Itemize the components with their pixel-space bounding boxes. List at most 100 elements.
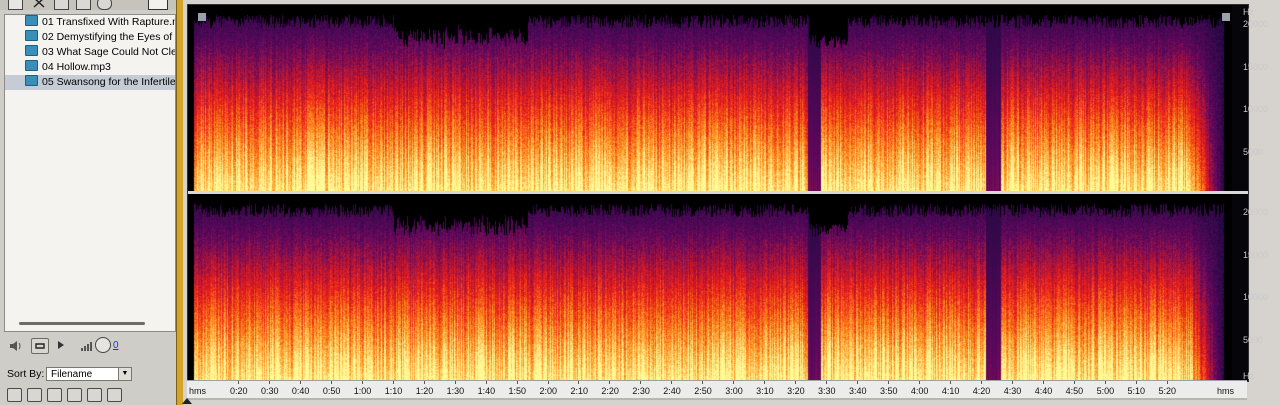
time-tick xyxy=(857,381,858,384)
sort-value: Filename xyxy=(51,369,93,380)
time-tick xyxy=(764,381,766,384)
time-tick xyxy=(795,381,797,384)
time-tick xyxy=(330,381,332,384)
play-icon[interactable] xyxy=(58,341,64,349)
mp3-file-icon xyxy=(25,30,38,41)
time-label: 0:20 xyxy=(230,386,248,396)
mp3-file-icon xyxy=(25,75,38,86)
file-name: 05 Swansong for the Infertile Eart xyxy=(42,76,175,88)
volume-knob[interactable] xyxy=(95,337,111,353)
time-label: 2:50 xyxy=(694,386,712,396)
time-tick xyxy=(980,381,982,384)
time-label: 0:30 xyxy=(260,386,279,396)
close-file-icon[interactable] xyxy=(32,0,45,8)
time-tick xyxy=(516,381,518,384)
time-label: 5:00 xyxy=(1096,386,1115,396)
video-filter-icon[interactable] xyxy=(87,388,102,402)
edit-file-icon[interactable] xyxy=(97,0,112,10)
time-tick xyxy=(671,381,673,384)
list-item[interactable]: 04 Hollow.mp3 xyxy=(5,60,175,75)
time-tick xyxy=(485,381,487,384)
right-channel-spectrogram[interactable] xyxy=(188,194,1232,381)
time-tick xyxy=(392,381,394,384)
files-toolbar xyxy=(0,0,176,10)
time-tick xyxy=(1166,381,1168,384)
zoom-handle-right[interactable] xyxy=(1222,13,1230,21)
speaker-icon[interactable] xyxy=(8,339,24,356)
hz-label: 10000 xyxy=(1243,292,1269,302)
insert-cd-icon[interactable] xyxy=(76,0,91,10)
hz-unit: Hz xyxy=(1243,7,1254,17)
spectral-display: Hz 20000 15000 10000 5000 20000 15000 10… xyxy=(187,4,1268,382)
time-label: 2:20 xyxy=(601,386,619,396)
time-tick xyxy=(423,381,425,384)
time-tick xyxy=(1073,381,1075,384)
volume-value[interactable]: 0 xyxy=(113,340,119,351)
sort-dropdown[interactable]: Filename ▼ xyxy=(46,367,132,381)
time-tick xyxy=(1135,381,1137,384)
files-panel: 01 Transfixed With Rapture.mp3 02 Demyst… xyxy=(0,0,177,405)
hz-label: 5000 xyxy=(1243,335,1264,345)
volume-bars-icon xyxy=(80,339,94,354)
hz-label: 10000 xyxy=(1243,104,1269,114)
audio-filter-icon[interactable] xyxy=(67,388,82,402)
view-options-icon[interactable] xyxy=(148,0,168,10)
hz-label: 5000 xyxy=(1243,147,1264,157)
link-icon[interactable] xyxy=(107,388,122,402)
loop-preview-icon[interactable] xyxy=(47,388,62,402)
hz-label: 20000 xyxy=(1243,207,1269,217)
time-unit-right: hms xyxy=(1217,386,1235,396)
time-label: 3:10 xyxy=(756,386,774,396)
time-label: 0:40 xyxy=(291,386,310,396)
file-name: 02 Demystifying the Eyes of Jupit xyxy=(42,31,175,43)
playhead-marker[interactable] xyxy=(182,398,192,404)
preview-transport: 0 xyxy=(4,334,174,358)
time-label: 1:40 xyxy=(477,386,496,396)
time-unit-left: hms xyxy=(189,386,207,396)
sort-label: Sort By: xyxy=(7,368,45,380)
time-label: 5:20 xyxy=(1158,386,1177,396)
file-name: 01 Transfixed With Rapture.mp3 xyxy=(42,16,175,28)
hz-label: 15000 xyxy=(1243,62,1269,72)
chevron-down-icon: ▼ xyxy=(118,368,131,380)
list-item[interactable]: 01 Transfixed With Rapture.mp3 xyxy=(5,15,175,30)
time-label: 1:00 xyxy=(353,386,372,396)
time-label: 3:00 xyxy=(725,386,743,396)
time-tick xyxy=(702,381,704,384)
time-label: 1:20 xyxy=(415,386,434,396)
time-tick xyxy=(918,381,920,384)
time-tick xyxy=(299,381,301,384)
hz-label: 20000 xyxy=(1243,19,1269,29)
file-options-bar xyxy=(0,386,176,404)
list-item[interactable]: 02 Demystifying the Eyes of Jupit xyxy=(5,30,175,45)
time-tick xyxy=(238,381,239,384)
list-item[interactable]: 03 What Sage Could Not Cleanse xyxy=(5,45,175,60)
time-ruler[interactable]: hms 0:20 0:30 0:40 0:50 1:00 1:10 1:20 1:30 1:40… xyxy=(187,380,1247,399)
time-label: 2:30 xyxy=(632,386,650,396)
insert-multitrack-icon[interactable] xyxy=(54,0,69,10)
open-file-icon[interactable] xyxy=(8,0,23,10)
time-tick xyxy=(268,381,270,384)
time-label: 1:30 xyxy=(446,386,465,396)
left-channel-spectrogram[interactable] xyxy=(188,5,1232,191)
time-label: 3:50 xyxy=(879,386,898,396)
file-name: 03 What Sage Could Not Cleanse xyxy=(42,46,175,58)
auto-play-icon[interactable] xyxy=(27,388,42,402)
horizontal-scrollbar[interactable] xyxy=(19,322,145,325)
list-item[interactable]: 05 Swansong for the Infertile Eart xyxy=(5,75,175,90)
horizontal-scroll-track[interactable] xyxy=(187,398,1247,400)
zoom-handle-left[interactable] xyxy=(198,13,206,21)
time-tick xyxy=(454,381,456,384)
time-label: 4:30 xyxy=(1003,386,1022,396)
time-tick xyxy=(949,381,951,384)
time-tick xyxy=(361,381,363,384)
loop-icon[interactable] xyxy=(31,338,49,354)
time-label: 3:30 xyxy=(818,386,836,396)
time-tick xyxy=(733,381,735,384)
mp3-file-icon xyxy=(25,45,38,56)
full-paths-icon[interactable] xyxy=(7,388,22,402)
time-tick xyxy=(1011,381,1013,384)
time-label: 4:40 xyxy=(1034,386,1053,396)
time-tick xyxy=(826,381,828,384)
time-tick xyxy=(609,381,611,384)
